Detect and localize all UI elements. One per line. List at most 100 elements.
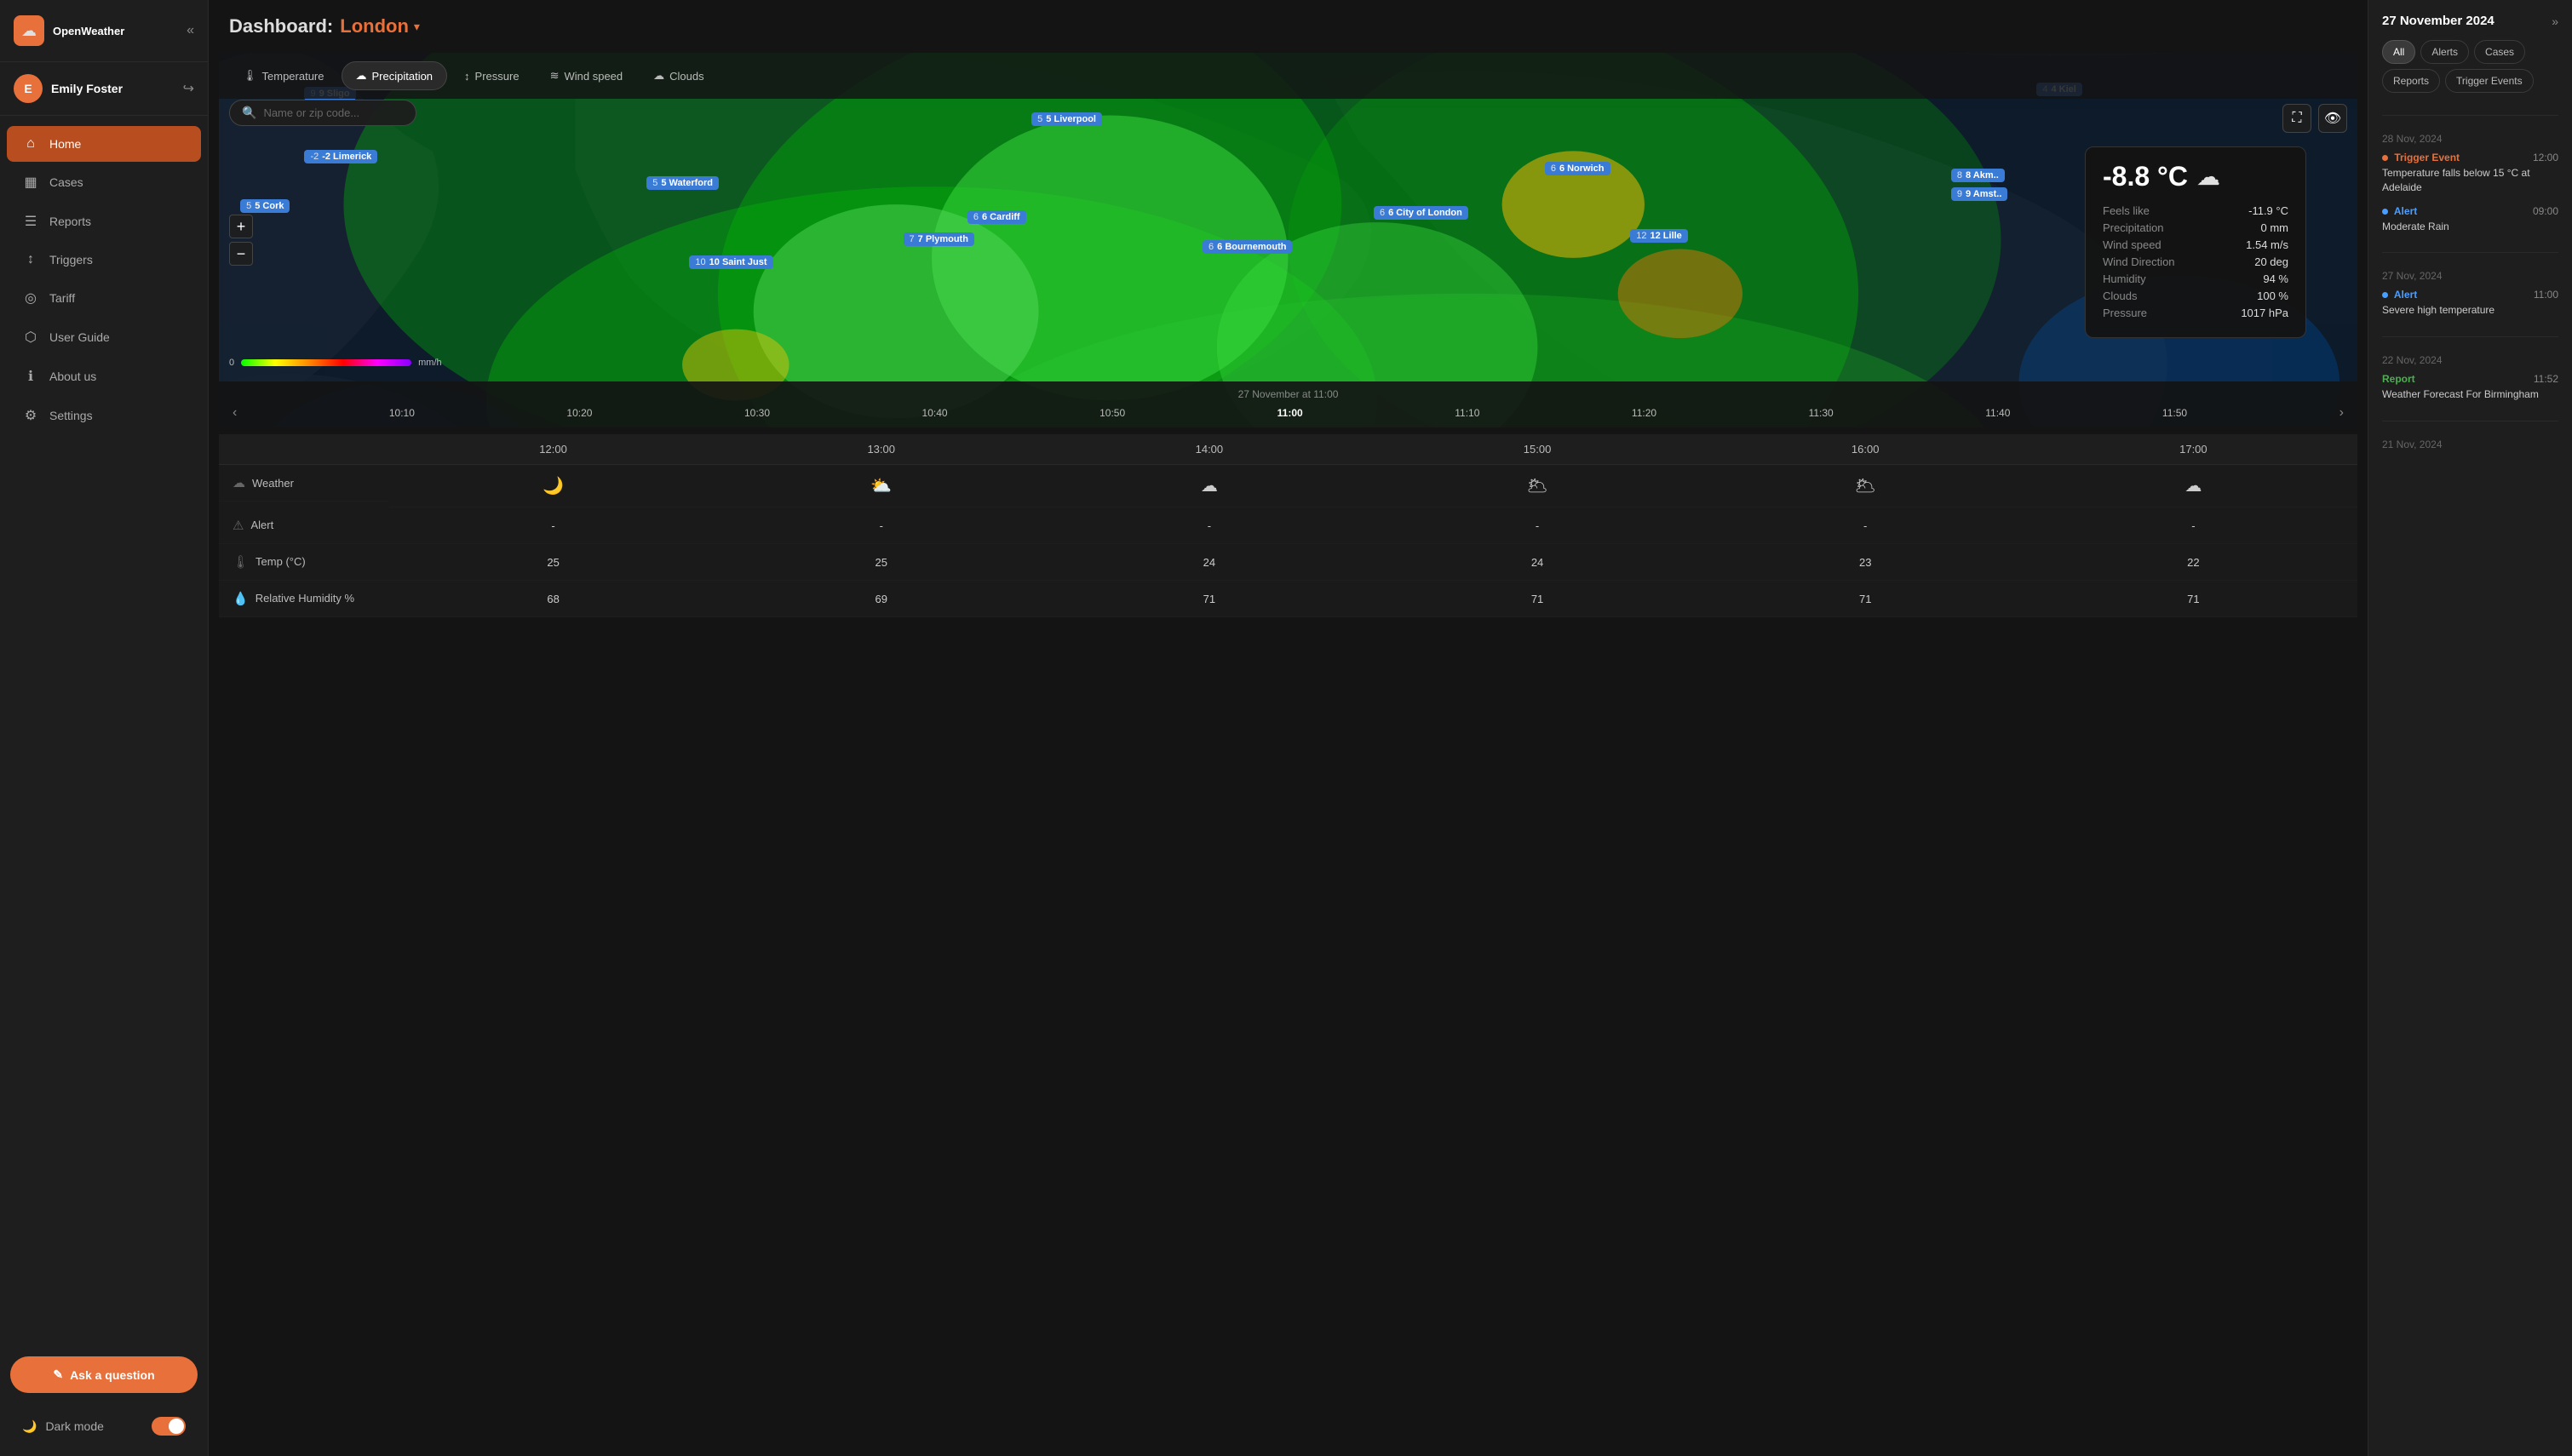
col-header-14: 14:00 (1045, 434, 1373, 465)
tooltip-cloud-icon: ☁ (2196, 163, 2220, 191)
city-label-cardiff[interactable]: 6 Cardiff (967, 210, 1026, 224)
search-input[interactable] (263, 106, 404, 119)
city-label-city-of-london[interactable]: 6 City of London (1374, 206, 1468, 220)
zoom-in-button[interactable]: + (229, 215, 253, 238)
alert-row-label: ⚠ Alert (219, 507, 389, 544)
tab-label: Temperature (262, 70, 324, 83)
city-label-waterford[interactable]: 5 Waterford (646, 176, 719, 190)
alert-row-icon: ⚠ (233, 518, 244, 533)
wind-dir-label: Wind Direction (2103, 255, 2175, 268)
search-icon: 🔍 (242, 106, 256, 120)
hum-16: 71 (1702, 581, 2029, 617)
city-label-saint-just[interactable]: 10 Saint Just (689, 255, 772, 269)
sidebar-item-label: About us (49, 370, 96, 383)
collapse-button[interactable]: « (187, 23, 194, 38)
timeline-next-button[interactable]: › (2339, 405, 2344, 421)
city-label-bournemouth[interactable]: 6 Bournemouth (1203, 240, 1292, 254)
city-label-akm[interactable]: 8 Akm.. (1951, 169, 2005, 182)
tab-temperature[interactable]: 🌡 Temperature (229, 61, 338, 90)
city-label-norwich[interactable]: 6 Norwich (1545, 162, 1610, 175)
sidebar-item-cases[interactable]: ▦ Cases (7, 163, 201, 201)
time-7: 11:10 (1455, 407, 1479, 419)
sidebar-item-tariff[interactable]: ◎ Tariff (7, 279, 201, 317)
timeline-prev-button[interactable]: ‹ (233, 405, 237, 421)
tab-precipitation[interactable]: ☁ Precipitation (342, 61, 448, 90)
chevron-down-icon: ▾ (414, 20, 420, 34)
hum-15: 71 (1373, 581, 1701, 617)
sidebar-item-about[interactable]: ℹ About us (7, 358, 201, 395)
tab-pressure[interactable]: ↕ Pressure (451, 61, 533, 90)
logout-icon[interactable]: ↪ (183, 80, 194, 97)
event-description: Severe high temperature (2382, 303, 2558, 318)
selected-city: London (340, 15, 409, 37)
temp-label: Temp (°C) (255, 555, 306, 568)
panel-next-icon[interactable]: » (2552, 14, 2558, 28)
dark-mode-toggle[interactable] (152, 1417, 186, 1436)
sidebar-item-triggers[interactable]: ↕ Triggers (7, 242, 201, 278)
temp-16: 23 (1702, 544, 2029, 581)
temp-12: 25 (389, 544, 717, 581)
event-type-alert: Alert (2382, 289, 2417, 301)
event-type-alert: Alert (2382, 205, 2417, 217)
temp-15: 24 (1373, 544, 1701, 581)
hum-13: 69 (717, 581, 1045, 617)
humidity-value: 94 % (2263, 272, 2288, 285)
event-description: Temperature falls below 15 °C at Adelaid… (2382, 166, 2558, 195)
city-label-liverpool[interactable]: 5 Liverpool (1031, 112, 1102, 126)
time-11: 11:50 (2162, 407, 2187, 419)
time-3: 10:30 (744, 407, 770, 419)
sidebar-item-reports[interactable]: ☰ Reports (7, 203, 201, 240)
sidebar-item-label: Reports (49, 215, 91, 228)
timeline-date: 27 November at 11:00 (233, 388, 2344, 400)
tab-label: Precipitation (372, 70, 433, 83)
sidebar-item-home[interactable]: ⌂ Home (7, 126, 201, 162)
filter-alerts-button[interactable]: Alerts (2420, 40, 2469, 64)
tab-clouds[interactable]: ☁ Clouds (640, 61, 717, 90)
dark-mode-left: 🌙 Dark mode (22, 1419, 104, 1434)
panel-date: 27 November 2024 (2382, 14, 2494, 28)
weather-12: 🌙 (389, 465, 717, 507)
tab-wind-speed[interactable]: ≋ Wind speed (537, 61, 637, 90)
event-time: 11:00 (2534, 289, 2558, 301)
home-icon: ⌂ (22, 136, 39, 152)
zoom-out-button[interactable]: − (229, 242, 253, 266)
sidebar-item-settings[interactable]: ⚙ Settings (7, 397, 201, 434)
map-search[interactable]: 🔍 (229, 100, 416, 126)
humidity-label: Relative Humidity % (255, 592, 354, 605)
timeline-bar: 27 November at 11:00 ‹ 10:10 10:20 10:30… (219, 381, 2357, 427)
forecast-section: 12:00 13:00 14:00 15:00 16:00 17:00 ☁ We… (219, 434, 2357, 1456)
city-label-amst[interactable]: 9 Amst.. (1951, 187, 2008, 201)
city-label-lille[interactable]: 12 Lille (1630, 229, 1688, 243)
filter-all-button[interactable]: All (2382, 40, 2415, 64)
section-date-22nov: 22 Nov, 2024 (2382, 354, 2558, 366)
weather-17: ☁ (2029, 465, 2357, 507)
city-label-cork[interactable]: 5 Cork (240, 199, 290, 213)
user-profile: E Emily Foster ↪ (0, 62, 208, 116)
timeline-times: ‹ 10:10 10:20 10:30 10:40 10:50 11:00 11… (233, 405, 2344, 421)
filter-reports-button[interactable]: Reports (2382, 69, 2440, 93)
eye-button[interactable]: 👁 (2318, 104, 2347, 133)
weather-13: ⛅ (717, 465, 1045, 507)
alert-14: - (1045, 507, 1373, 544)
city-label-plymouth[interactable]: 7 Plymouth (904, 232, 974, 246)
col-header-12: 12:00 (389, 434, 717, 465)
filter-cases-button[interactable]: Cases (2474, 40, 2525, 64)
filter-trigger-events-button[interactable]: Trigger Events (2445, 69, 2534, 93)
city-selector[interactable]: London ▾ (340, 15, 420, 37)
wind-icon: ≋ (550, 69, 560, 83)
temp-14: 24 (1045, 544, 1373, 581)
temp-row-icon: 🌡 (233, 554, 249, 570)
sidebar-item-label: Settings (49, 409, 93, 422)
event-item: Alert 09:00 Moderate Rain (2382, 205, 2558, 234)
city-label-limerick[interactable]: -2 Limerick (304, 150, 377, 163)
section-date-27nov: 27 Nov, 2024 (2382, 270, 2558, 282)
sidebar-item-user-guide[interactable]: ⬡ User Guide (7, 318, 201, 356)
time-1: 10:10 (389, 407, 415, 419)
fullscreen-button[interactable]: ⛶ (2282, 104, 2311, 133)
event-header: Report 11:52 (2382, 373, 2558, 385)
sidebar-item-label: User Guide (49, 330, 110, 344)
humidity-row: Humidity 94 % (2103, 272, 2288, 285)
col-header-16: 16:00 (1702, 434, 2029, 465)
blue-dot (2382, 292, 2388, 298)
ask-question-button[interactable]: ✎ Ask a question (10, 1356, 198, 1393)
